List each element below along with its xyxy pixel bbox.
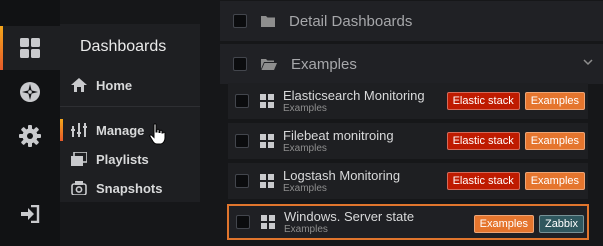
dashboards-menu: Dashboards Home Manage Playlists Snapsho…: [60, 24, 200, 202]
dashboard-list: Detail Dashboards Examples Elasticsearch…: [200, 0, 603, 246]
apps-grid-icon: [20, 38, 40, 58]
dashboard-folder: Examples: [283, 142, 327, 154]
dashboard-row[interactable]: Filebeat monitroing Examples Elastic sta…: [228, 123, 588, 159]
tag-examples[interactable]: Examples: [524, 172, 585, 190]
dashboard-title[interactable]: Logstash Monitoring: [283, 168, 400, 183]
apps-grid-icon: [260, 174, 274, 188]
tag-list: Examples Zabbix: [473, 215, 584, 233]
tag-elastic-stack[interactable]: Elastic stack: [446, 132, 520, 150]
dashboard-folder: Examples: [283, 102, 327, 114]
gear-icon: [19, 125, 41, 147]
menu-title: Dashboards: [80, 38, 167, 55]
menu-item-snapshots[interactable]: Snapshots: [70, 175, 192, 201]
folder-label: Detail Dashboards: [289, 12, 413, 30]
rail-config-button[interactable]: [0, 114, 60, 158]
tag-list: Elastic stack Examples: [446, 92, 585, 110]
dashboard-title[interactable]: Windows. Server state: [284, 209, 414, 224]
chevron-down-icon[interactable]: [583, 59, 593, 66]
tag-examples[interactable]: Examples: [524, 132, 585, 150]
folder-row[interactable]: Detail Dashboards: [220, 1, 603, 41]
dashboard-title[interactable]: Filebeat monitroing: [283, 128, 394, 143]
menu-item-playlists[interactable]: Playlists: [70, 146, 192, 172]
manage-icon: [70, 122, 88, 138]
tag-examples[interactable]: Examples: [524, 92, 585, 110]
tag-zabbix[interactable]: Zabbix: [538, 215, 584, 233]
folder-row[interactable]: Examples: [220, 44, 603, 84]
compass-icon: [20, 82, 40, 102]
side-rail: [0, 0, 60, 246]
home-icon: [70, 77, 88, 93]
apps-grid-icon: [261, 215, 275, 229]
apps-grid-icon: [260, 134, 274, 148]
tag-list: Elastic stack Examples: [446, 132, 585, 150]
folder-checkbox[interactable]: [233, 14, 247, 28]
menu-item-home[interactable]: Home: [70, 72, 192, 98]
rail-explore-button[interactable]: [0, 70, 60, 114]
dashboard-checkbox[interactable]: [235, 174, 249, 188]
menu-item-label: Playlists: [96, 151, 149, 167]
folder-label: Examples: [291, 55, 357, 73]
dashboard-checkbox[interactable]: [235, 94, 249, 108]
playlist-icon: [70, 151, 88, 167]
grafana-dashboard-manager: Dashboards Home Manage Playlists Snapsho…: [0, 0, 603, 246]
menu-divider: [60, 106, 200, 107]
snapshot-icon: [70, 180, 88, 196]
apps-grid-icon: [260, 94, 274, 108]
dashboard-row-selected[interactable]: Windows. Server state Examples Examples …: [227, 204, 589, 240]
menu-item-label: Home: [96, 77, 133, 93]
folder-checkbox[interactable]: [233, 57, 247, 71]
sign-in-icon: [21, 205, 40, 223]
dashboard-row[interactable]: Elasticsearch Monitoring Examples Elasti…: [228, 83, 588, 119]
dashboard-checkbox[interactable]: [235, 134, 249, 148]
rail-signin-button[interactable]: [0, 192, 60, 236]
dashboard-row[interactable]: Logstash Monitoring Examples Elastic sta…: [228, 163, 588, 199]
menu-item-label: Snapshots: [96, 180, 163, 196]
menu-item-label: Manage: [96, 122, 145, 138]
dashboard-folder: Examples: [284, 223, 328, 235]
hand-cursor-icon: [149, 123, 166, 145]
menu-item-manage[interactable]: Manage: [60, 117, 192, 143]
tag-list: Elastic stack Examples: [446, 172, 585, 190]
rail-dashboards-button[interactable]: [0, 26, 60, 70]
tag-elastic-stack[interactable]: Elastic stack: [446, 172, 520, 190]
folder-open-icon: [261, 58, 277, 70]
tag-elastic-stack[interactable]: Elastic stack: [446, 92, 520, 110]
dashboard-title[interactable]: Elasticsearch Monitoring: [283, 88, 425, 103]
folder-icon: [261, 15, 275, 27]
dashboard-checkbox[interactable]: [236, 215, 250, 229]
dashboard-folder: Examples: [283, 182, 327, 194]
tag-examples[interactable]: Examples: [473, 215, 534, 233]
